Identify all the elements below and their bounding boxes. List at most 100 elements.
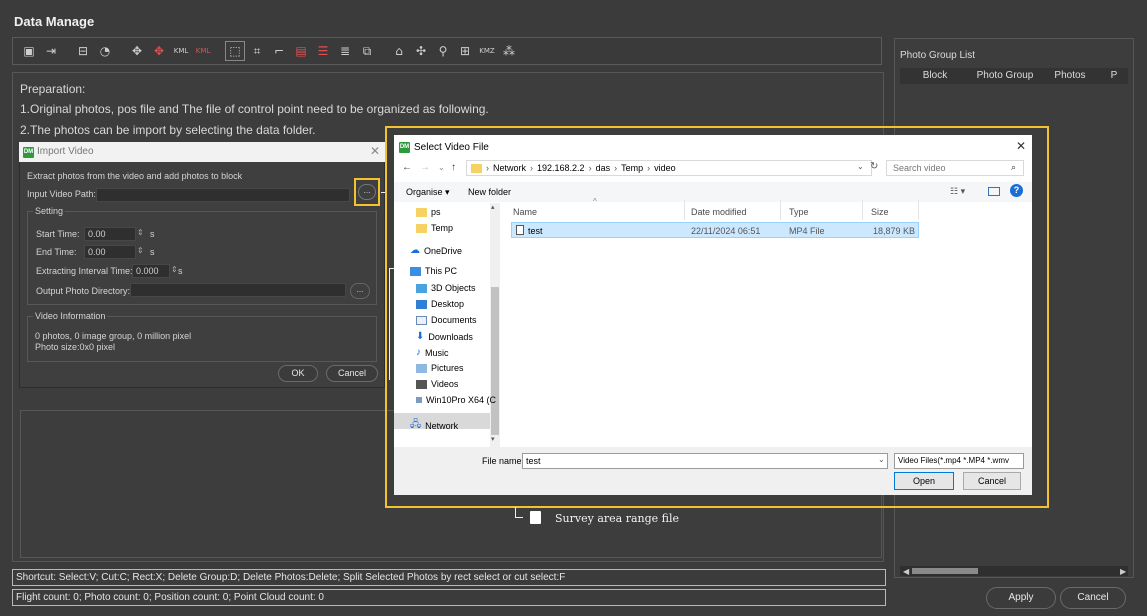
help-icon[interactable]: ? [1010,184,1023,197]
sidebar-item-drive-c[interactable]: Win10Pro X64 (C [416,395,496,405]
column-block[interactable]: Block [900,68,970,84]
sidebar-item-ps[interactable]: ps [416,207,441,217]
image-icon[interactable]: ▣ [19,41,39,61]
address-dropdown-icon[interactable]: ⌄ [857,162,864,171]
sidebar-item-onedrive[interactable]: ☁ OneDrive [410,245,462,256]
connector-line [515,507,516,517]
output-dir-field[interactable] [130,283,346,297]
new-folder-button[interactable]: New folder [468,187,511,197]
stack-red-icon[interactable]: ☰ [313,41,333,61]
sidebar-item-temp[interactable]: Temp [416,223,453,233]
view-options-icon[interactable]: ☷ ▾ [950,186,965,197]
sidebar-item-music[interactable]: ♪ Music [416,347,449,358]
column-date-modified[interactable]: Date modified [691,207,747,217]
target-red-icon[interactable]: ✥ [149,41,169,61]
scrollbar-thumb[interactable] [912,568,978,574]
kml-icon[interactable]: KML [171,41,191,61]
cube-icon [416,283,427,293]
sidebar-item-documents[interactable]: Documents [416,315,477,325]
ok-button[interactable]: OK [278,365,318,382]
pie-icon[interactable]: ◔ [95,41,115,61]
gallery-icon[interactable]: ⊞ [455,41,475,61]
sidebar-item-this-pc[interactable]: This PC [410,266,457,276]
move-icon[interactable]: ✣ [411,41,431,61]
sidebar-item-label: This PC [425,266,458,276]
start-time-field[interactable]: 0.00 [84,227,136,241]
sidebar-scroll-down-icon[interactable]: ▾ [491,435,495,443]
footer-cancel-button[interactable]: Cancel [1060,587,1126,609]
image-edit-icon[interactable]: ⧉ [357,41,377,61]
home-icon[interactable]: ⌂ [389,41,409,61]
sidebar-scroll-up-icon[interactable]: ▴ [491,203,495,211]
import-cancel-button[interactable]: Cancel [326,365,378,382]
column-photo-group[interactable]: Photo Group [970,68,1040,84]
sidebar-item-pictures[interactable]: Pictures [416,363,464,373]
interval-field[interactable]: 0.000 [132,264,170,278]
file-dialog-cancel-button[interactable]: Cancel [963,472,1021,490]
breadcrumb-das[interactable]: das [596,161,611,175]
select-icon[interactable]: ⬚ [225,41,245,61]
kmz-icon[interactable]: KMZ [477,41,497,61]
output-dir-browse-button[interactable]: ... [350,283,370,299]
connector-line [515,517,523,518]
layers-icon[interactable]: ⊟ [73,41,93,61]
start-time-spin-icon[interactable]: ⇕ [137,228,144,237]
kml-red-icon[interactable]: KML [193,41,213,61]
forward-arrow-icon[interactable]: → [420,162,430,173]
download-icon: ⬇ [416,331,425,342]
sidebar-item-downloads[interactable]: ⬇ Downloads [416,331,473,342]
cut-icon[interactable]: ⌐ [269,41,289,61]
end-time-spin-icon[interactable]: ⇕ [137,246,144,255]
crop-icon[interactable]: ⌗ [247,41,267,61]
organise-button[interactable]: Organise ▾ [406,187,450,198]
file-icon [516,225,524,235]
column-p[interactable]: P [1100,68,1128,84]
file-icon [530,511,541,524]
file-dialog-title: Select Video File [414,142,489,153]
back-arrow-icon[interactable]: ← [402,162,412,173]
column-size[interactable]: Size [871,207,889,217]
address-bar[interactable]: › Network › 192.168.2.2 › das › Temp › v… [466,160,872,176]
sidebar-item-videos[interactable]: Videos [416,379,458,389]
sidebar-item-desktop[interactable]: Desktop [416,299,464,309]
column-name[interactable]: Name [513,207,537,217]
input-video-path-field[interactable] [96,188,350,202]
open-button[interactable]: Open [894,472,954,490]
list-icon[interactable]: ≣ [335,41,355,61]
marker-icon[interactable]: ⚲ [433,41,453,61]
breadcrumb-video[interactable]: video [654,161,676,175]
breadcrumb-network[interactable]: Network [493,161,526,175]
search-video-input[interactable]: Search video [886,160,1024,176]
up-arrow-icon[interactable]: ↑ [451,162,456,173]
close-icon[interactable]: ✕ [370,144,380,158]
recent-chevron-icon[interactable]: ⌄ [438,163,445,172]
column-photos[interactable]: Photos [1040,68,1100,84]
grid-icon[interactable]: ⁂ [499,41,519,61]
sidebar-item-3d-objects[interactable]: 3D Objects [416,283,476,293]
import-icon[interactable]: ⇥ [41,41,61,61]
file-type-filter-select[interactable]: Video Files(*.mp4 *.MP4 *.wmv [894,453,1024,469]
breadcrumb-temp[interactable]: Temp [621,161,643,175]
output-dir-label: Output Photo Directory: [36,286,131,296]
sidebar-item-network[interactable]: 🖧 Network [410,417,458,434]
folder-icon [416,207,427,217]
sidebar-item-label: OneDrive [424,245,463,256]
video-icon [416,379,427,389]
breadcrumb-ip[interactable]: 192.168.2.2 [537,161,585,175]
target-icon[interactable]: ✥ [127,41,147,61]
refresh-icon[interactable]: ↻ [870,161,878,172]
file-dialog-close-icon[interactable]: ✕ [1016,139,1026,153]
sidebar-scroll-thumb[interactable] [491,287,499,435]
file-name-input[interactable]: test [522,453,888,469]
file-name-dropdown-icon[interactable]: ⌄ [878,455,885,464]
browse-video-button[interactable]: ... [358,184,376,200]
scroll-right-icon[interactable]: ▶ [1120,567,1126,576]
apply-button[interactable]: Apply [986,587,1056,609]
preview-pane-icon[interactable] [988,187,1000,196]
photo-red-icon[interactable]: ▤ [291,41,311,61]
end-time-field[interactable]: 0.00 [84,245,136,259]
scroll-left-icon[interactable]: ◀ [903,567,909,576]
column-type[interactable]: Type [789,207,809,217]
interval-spin-icon[interactable]: ⇕ [171,265,178,274]
input-video-path-label: Input Video Path: [27,189,96,199]
